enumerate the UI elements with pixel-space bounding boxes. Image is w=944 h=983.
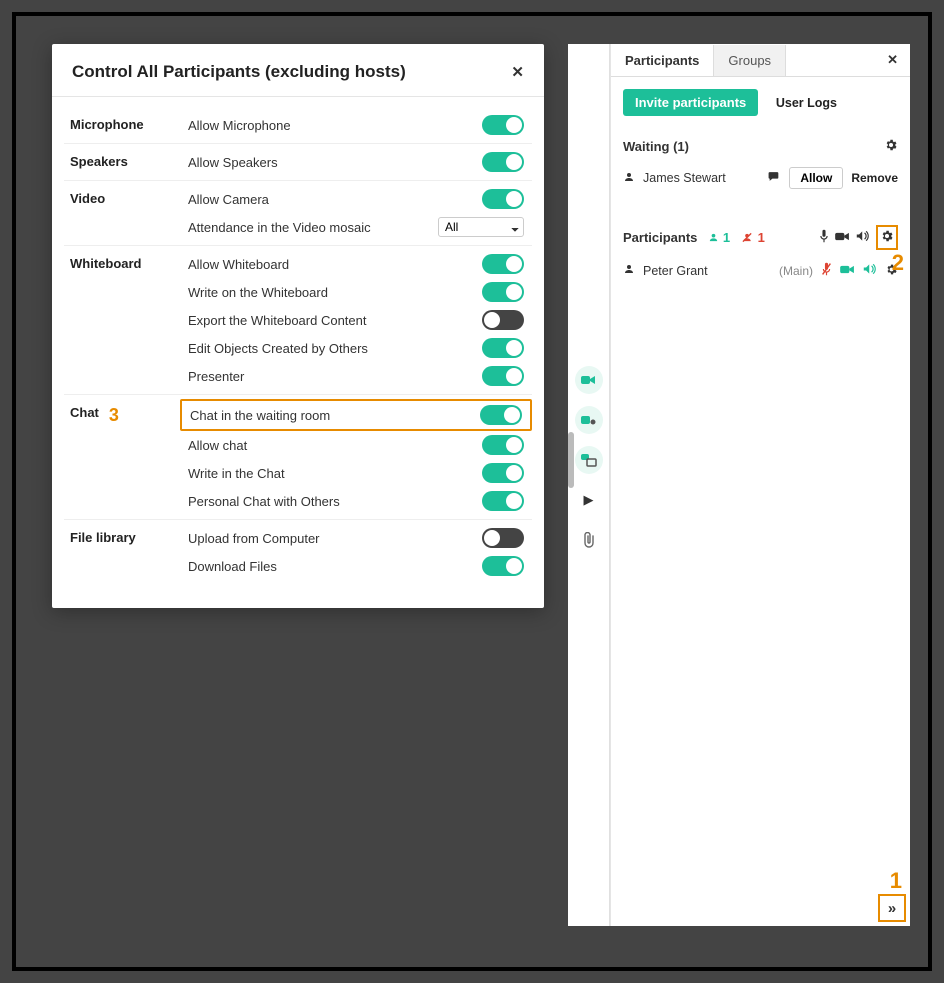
section-microphone: Microphone [64, 111, 180, 139]
toggle-personal-chat[interactable] [482, 491, 524, 511]
row-allow-speakers: Allow Speakers [188, 155, 278, 170]
invite-participants-button[interactable]: Invite participants [623, 89, 758, 116]
toggle-allow-camera[interactable] [482, 189, 524, 209]
row-upload: Upload from Computer [188, 531, 320, 546]
section-chat: Chat [70, 405, 99, 420]
camera-group-icon[interactable] [575, 406, 603, 434]
user-absent-icon [741, 230, 758, 245]
section-filelib: File library [64, 524, 180, 580]
toggle-allow-chat[interactable] [482, 435, 524, 455]
close-icon[interactable]: ✕ [511, 63, 524, 81]
user-present-icon [708, 230, 723, 245]
present-count: 1 [723, 230, 730, 245]
camera-screen-icon[interactable] [575, 446, 603, 474]
chat-icon[interactable] [767, 170, 781, 186]
waiting-settings-icon[interactable] [884, 138, 898, 155]
toggle-download[interactable] [482, 556, 524, 576]
row-presenter: Presenter [188, 369, 244, 384]
participant-name: Peter Grant [643, 264, 771, 278]
mic-all-icon[interactable] [819, 229, 829, 246]
toggle-edit-others[interactable] [482, 338, 524, 358]
user-logs-link[interactable]: User Logs [776, 96, 837, 110]
row-attendance-mosaic: Attendance in the Video mosaic [188, 220, 371, 235]
tab-groups[interactable]: Groups [714, 45, 786, 76]
collapse-panel-icon[interactable]: » [878, 894, 906, 922]
camera-user-icon[interactable] [575, 366, 603, 394]
participants-settings-icon[interactable] [876, 225, 898, 250]
annotation-1: 1 [890, 868, 902, 894]
allow-button[interactable]: Allow [789, 167, 843, 189]
toggle-allow-speakers[interactable] [482, 152, 524, 172]
absent-count: 1 [758, 230, 765, 245]
toggle-allow-microphone[interactable] [482, 115, 524, 135]
modal-title: Control All Participants (excluding host… [72, 62, 406, 82]
waiting-heading: Waiting (1) [623, 139, 689, 154]
toggle-export-whiteboard[interactable] [482, 310, 524, 330]
tab-participants[interactable]: Participants [611, 45, 714, 76]
participant-room: (Main) [779, 264, 813, 278]
panel-close-icon[interactable]: ✕ [875, 44, 910, 76]
row-chat-waiting: Chat in the waiting room [190, 408, 330, 423]
row-export-whiteboard: Export the Whiteboard Content [188, 313, 367, 328]
user-icon [623, 263, 635, 278]
user-icon [623, 171, 635, 186]
section-video: Video [64, 185, 180, 241]
row-write-chat: Write in the Chat [188, 466, 285, 481]
participants-panel: Participants Groups ✕ Invite participant… [610, 44, 910, 926]
remove-link[interactable]: Remove [851, 171, 898, 185]
tool-rail: ▶ [568, 44, 610, 926]
row-allow-whiteboard: Allow Whiteboard [188, 257, 289, 272]
play-icon[interactable]: ▶ [575, 486, 603, 514]
annotation-2: 2 [892, 250, 904, 276]
speaker-all-icon[interactable] [856, 230, 870, 245]
annotation-3: 3 [109, 405, 119, 426]
toggle-allow-whiteboard[interactable] [482, 254, 524, 274]
control-participants-modal: Control All Participants (excluding host… [52, 44, 544, 608]
cam-on-icon[interactable] [840, 263, 855, 278]
row-personal-chat: Personal Chat with Others [188, 494, 340, 509]
section-whiteboard: Whiteboard [64, 250, 180, 390]
row-allow-chat: Allow chat [188, 438, 247, 453]
attachment-icon[interactable] [575, 526, 603, 554]
toggle-write-whiteboard[interactable] [482, 282, 524, 302]
waiting-user-name: James Stewart [643, 171, 759, 185]
toggle-write-chat[interactable] [482, 463, 524, 483]
cam-all-icon[interactable] [835, 230, 850, 245]
toggle-upload[interactable] [482, 528, 524, 548]
section-speakers: Speakers [64, 148, 180, 176]
participants-heading: Participants [623, 230, 697, 245]
row-allow-camera: Allow Camera [188, 192, 269, 207]
rail-scrollbar[interactable] [568, 432, 574, 488]
row-allow-microphone: Allow Microphone [188, 118, 291, 133]
toggle-presenter[interactable] [482, 366, 524, 386]
row-edit-others: Edit Objects Created by Others [188, 341, 368, 356]
toggle-chat-waiting[interactable] [480, 405, 522, 425]
row-download: Download Files [188, 559, 277, 574]
mic-muted-icon[interactable] [821, 262, 832, 279]
speaker-on-icon[interactable] [863, 263, 877, 278]
select-mosaic[interactable]: All [438, 217, 524, 237]
row-write-whiteboard: Write on the Whiteboard [188, 285, 328, 300]
